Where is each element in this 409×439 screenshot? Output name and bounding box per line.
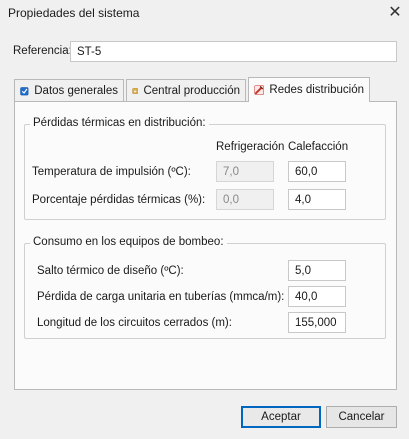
boiler-icon <box>132 88 139 94</box>
perdida-carga-input[interactable] <box>288 286 346 307</box>
accept-button[interactable]: Aceptar <box>241 406 321 428</box>
thermal-losses-title: Pérdidas térmicas en distribución: <box>30 117 209 129</box>
checkbox-icon <box>20 87 29 96</box>
row-label-salto-termico: Salto térmico de diseño (ºC): <box>37 265 184 277</box>
tab-label: Central producción <box>143 85 240 97</box>
refrigeracion-porcentaje-input <box>216 189 274 210</box>
calefaccion-temperatura-input[interactable] <box>288 161 346 182</box>
row-label-perdida-carga: Pérdida de carga unitaria en tuberías (m… <box>37 291 285 303</box>
tab-redes-distribucion[interactable]: Redes distribución <box>248 77 370 102</box>
pumping-title: Consumo en los equipos de bombeo: <box>30 236 227 248</box>
tab-label: Datos generales <box>34 85 118 97</box>
refrigeracion-temperatura-input <box>216 161 274 182</box>
longitud-input[interactable] <box>288 312 346 333</box>
tab-datos-generales[interactable]: Datos generales <box>14 79 124 102</box>
column-header-refrigeracion: Refrigeración <box>216 141 285 153</box>
reference-label: Referencia: <box>13 45 72 57</box>
close-icon[interactable]: ✕ <box>384 2 406 24</box>
cancel-button[interactable]: Cancelar <box>326 406 397 428</box>
reference-input[interactable] <box>70 41 397 62</box>
tab-central-produccion[interactable]: Central producción <box>126 79 246 102</box>
tab-label: Redes distribución <box>269 84 364 96</box>
row-label-longitud: Longitud de los circuitos cerrados (m): <box>37 317 232 329</box>
pipe-tool-icon <box>254 85 265 95</box>
column-header-calefaccion: Calefacción <box>288 141 349 153</box>
salto-termico-input[interactable] <box>288 260 346 281</box>
row-label-temperatura: Temperatura de impulsión (ºC): <box>32 166 191 178</box>
calefaccion-porcentaje-input[interactable] <box>288 189 346 210</box>
row-label-porcentaje: Porcentaje pérdidas térmicas (%): <box>32 194 206 206</box>
window-title: Propiedades del sistema <box>8 6 140 20</box>
